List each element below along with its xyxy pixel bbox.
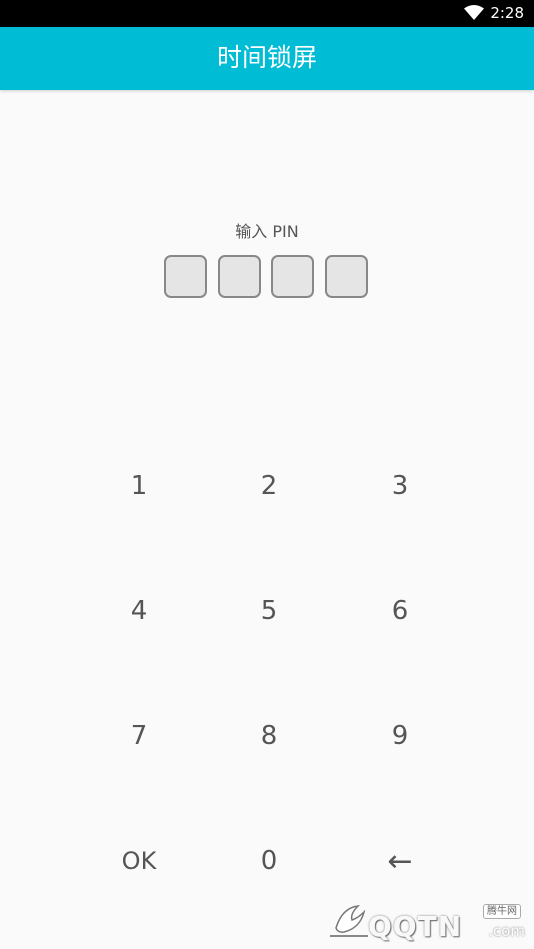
pin-digit-box: [271, 255, 314, 298]
ok-button[interactable]: OK: [74, 811, 204, 911]
backspace-button[interactable]: ←: [335, 811, 465, 911]
pin-digit-box: [164, 255, 207, 298]
key-1[interactable]: 1: [74, 436, 204, 536]
key-5[interactable]: 5: [204, 561, 334, 661]
key-7[interactable]: 7: [74, 686, 204, 786]
key-2[interactable]: 2: [204, 436, 334, 536]
key-0[interactable]: 0: [204, 811, 334, 911]
key-8[interactable]: 8: [204, 686, 334, 786]
key-9[interactable]: 9: [335, 686, 465, 786]
pin-digit-box: [218, 255, 261, 298]
key-3[interactable]: 3: [335, 436, 465, 536]
app-bar: 时间锁屏: [0, 27, 534, 90]
key-6[interactable]: 6: [335, 561, 465, 661]
pin-input: [164, 255, 371, 301]
keypad: 1 2 3 4 5 6 7 8 9 OK 0 ←: [0, 424, 534, 924]
wifi-icon: [464, 5, 484, 20]
pin-digit-box: [325, 255, 368, 298]
watermark-suffix: .com: [488, 922, 525, 940]
pin-label: 输入 PIN: [235, 222, 299, 241]
app-title: 时间锁屏: [216, 43, 317, 72]
status-time: 2:28: [490, 4, 524, 22]
key-4[interactable]: 4: [74, 561, 204, 661]
status-bar: 2:28: [0, 0, 534, 27]
